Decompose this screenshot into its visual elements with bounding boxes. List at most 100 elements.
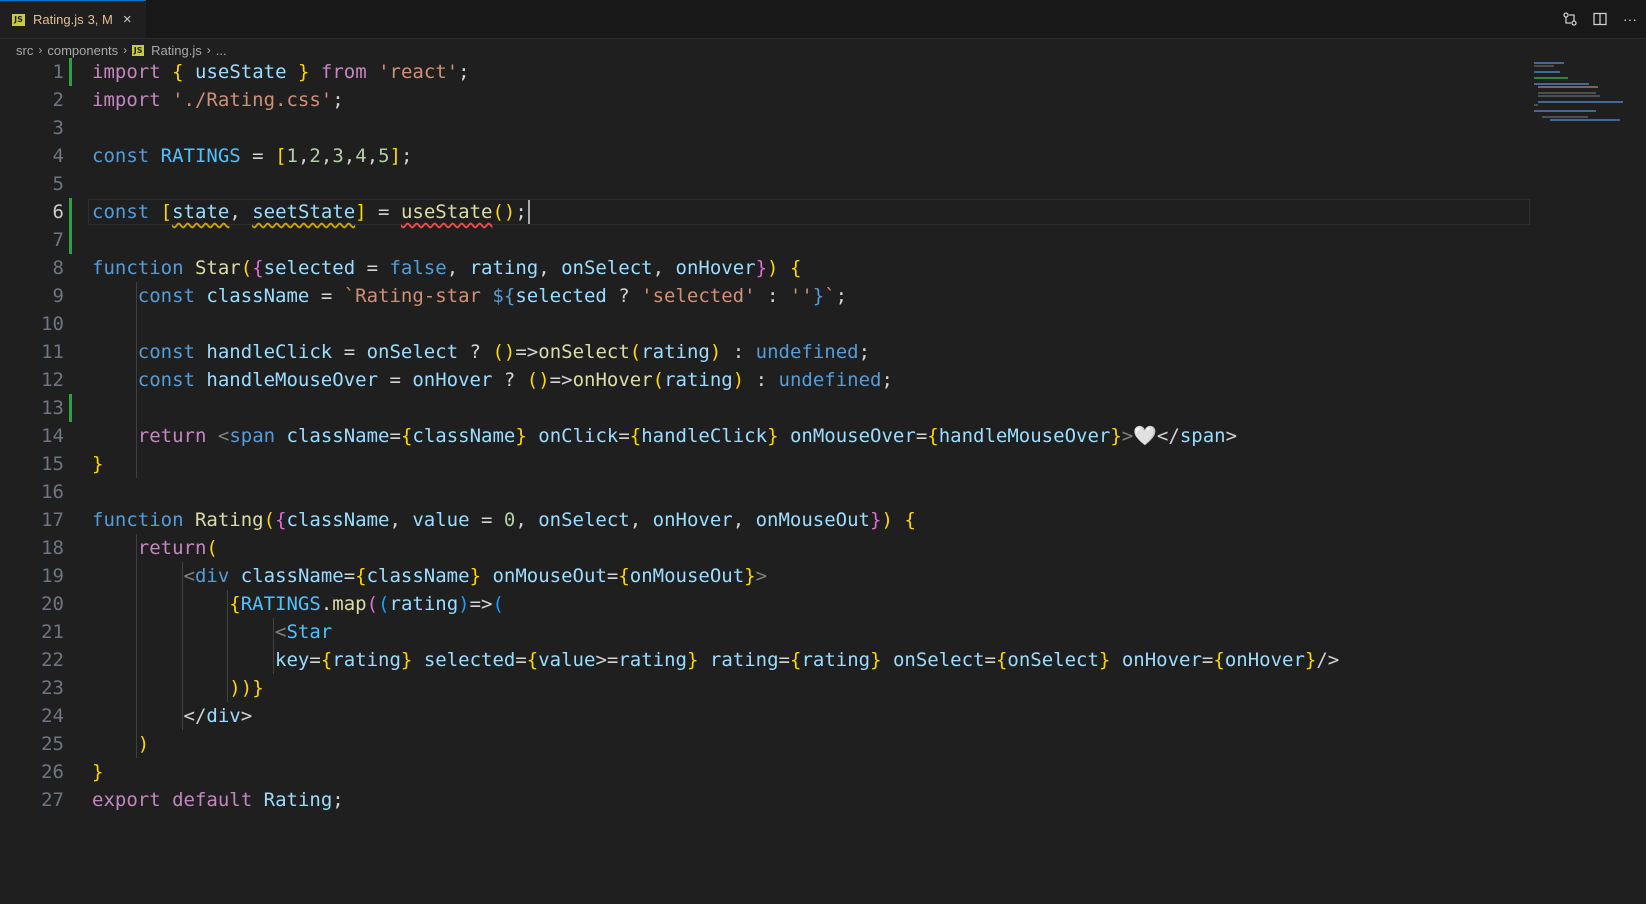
code-line[interactable]: 5 <box>0 170 1530 198</box>
indent-guide <box>135 534 137 758</box>
line-number: 1 <box>52 61 64 83</box>
code-line[interactable]: 21 <Star <box>0 618 1530 646</box>
code-line[interactable]: 4 const RATINGS = [1,2,3,4,5]; <box>0 142 1530 170</box>
breadcrumb-src[interactable]: src <box>16 43 33 58</box>
line-number: 9 <box>52 285 64 307</box>
line-number: 18 <box>41 537 64 559</box>
code-line[interactable]: 26} <box>0 758 1530 786</box>
tab-filename: Rating.js <box>33 12 84 27</box>
code-text[interactable]: import './Rating.css'; <box>92 86 344 114</box>
git-modified-marker <box>69 226 72 254</box>
line-number: 2 <box>52 89 64 111</box>
line-number: 3 <box>52 117 64 139</box>
line-number: 25 <box>41 733 64 755</box>
code-line[interactable]: 14 return <span className={className} on… <box>0 422 1530 450</box>
code-line[interactable]: 25 ) <box>0 730 1530 758</box>
code-line[interactable]: 6 const [state, seetState] = useState(); <box>0 198 1530 226</box>
line-number: 26 <box>41 761 64 783</box>
js-file-icon: JS <box>132 44 145 56</box>
breadcrumb-symbols[interactable]: ... <box>216 43 227 58</box>
line-number: 11 <box>41 341 64 363</box>
code-line[interactable]: 3 <box>0 114 1530 142</box>
code-text[interactable]: const className = `Rating-star ${selecte… <box>92 282 847 310</box>
line-number: 7 <box>52 229 64 251</box>
code-line[interactable]: 22 key={rating} selected={value>=rating}… <box>0 646 1530 674</box>
line-number: 10 <box>41 313 64 335</box>
code-line[interactable]: 8 function Star({selected = false, rating… <box>0 254 1530 282</box>
line-number: 4 <box>52 145 64 167</box>
line-number: 21 <box>41 621 64 643</box>
chevron-right-icon: › <box>123 43 128 57</box>
code-line[interactable]: 18 return( <box>0 534 1530 562</box>
git-modified-marker <box>69 58 72 86</box>
code-line[interactable]: 9 const className = `Rating-star ${selec… <box>0 282 1530 310</box>
more-actions-icon[interactable]: ··· <box>1616 5 1644 33</box>
code-text[interactable]: ) <box>92 730 149 758</box>
code-text[interactable]: return( <box>92 534 218 562</box>
code-text[interactable]: export default Rating; <box>92 786 344 814</box>
code-editor[interactable]: 1 import { useState } from 'react'; 2 impor… <box>0 58 1646 904</box>
code-text[interactable]: key={rating} selected={value>=rating} ra… <box>92 646 1339 674</box>
line-number: 13 <box>41 397 64 419</box>
line-number: 22 <box>41 649 64 671</box>
compare-changes-icon[interactable] <box>1556 5 1584 33</box>
code-line[interactable]: 16 <box>0 478 1530 506</box>
tab-rating-js[interactable]: JS Rating.js 3, M × <box>0 0 146 38</box>
code-text[interactable]: } <box>92 450 103 478</box>
line-number: 12 <box>41 369 64 391</box>
line-number: 27 <box>41 789 64 811</box>
chevron-right-icon: › <box>206 43 211 57</box>
close-icon[interactable]: × <box>123 12 132 27</box>
breadcrumb-components[interactable]: components <box>47 43 118 58</box>
line-number: 20 <box>41 593 64 615</box>
code-text[interactable]: import { useState } from 'react'; <box>92 58 470 86</box>
indent-guide <box>135 282 137 478</box>
line-number: 24 <box>41 705 64 727</box>
git-modified-marker <box>69 198 72 226</box>
indent-guide <box>227 590 229 702</box>
line-number: 6 <box>52 201 64 223</box>
minimap[interactable] <box>1530 62 1630 122</box>
code-text[interactable]: </div> <box>92 702 253 730</box>
code-line[interactable]: 20 {RATINGS.map((rating)=>( <box>0 590 1530 618</box>
editor-title-actions: ··· <box>1556 0 1646 38</box>
code-line[interactable]: 2 import './Rating.css'; <box>0 86 1530 114</box>
code-text[interactable]: } <box>92 758 103 786</box>
code-line[interactable]: 23 ))} <box>0 674 1530 702</box>
code-text[interactable]: function Star({selected = false, rating,… <box>92 254 801 282</box>
code-line[interactable]: 10 <box>0 310 1530 338</box>
code-line[interactable]: 24 </div> <box>0 702 1530 730</box>
code-line[interactable]: 11 const handleClick = onSelect ? ()=>on… <box>0 338 1530 366</box>
code-line[interactable]: 12 const handleMouseOver = onHover ? ()=… <box>0 366 1530 394</box>
code-text[interactable]: const handleMouseOver = onHover ? ()=>on… <box>92 366 893 394</box>
line-number: 14 <box>41 425 64 447</box>
code-line[interactable]: 13 <box>0 394 1530 422</box>
code-text[interactable]: {RATINGS.map((rating)=>( <box>92 590 504 618</box>
code-line[interactable]: 1 import { useState } from 'react'; <box>0 58 1530 86</box>
code-line[interactable]: 17 function Rating({className, value = 0,… <box>0 506 1530 534</box>
code-line[interactable]: 7 <box>0 226 1530 254</box>
tab-bar: JS Rating.js 3, M × ··· <box>0 0 1646 39</box>
code-line[interactable]: 15} <box>0 450 1530 478</box>
line-number: 15 <box>41 453 64 475</box>
code-text[interactable]: return <span className={className} onCli… <box>92 422 1237 450</box>
code-text[interactable]: <div className={className} onMouseOut={o… <box>92 562 768 590</box>
git-modified-marker <box>69 394 72 422</box>
code-text[interactable]: <Star <box>92 618 332 646</box>
indent-guide <box>273 618 275 674</box>
code-text[interactable]: const handleClick = onSelect ? ()=>onSel… <box>92 338 870 366</box>
text-cursor <box>527 200 530 224</box>
code-text[interactable]: const [state, seetState] = useState(); <box>92 198 527 226</box>
indent-guide <box>181 562 183 730</box>
breadcrumb-file[interactable]: Rating.js <box>151 43 202 58</box>
code-text[interactable]: const RATINGS = [1,2,3,4,5]; <box>92 142 413 170</box>
js-file-icon: JS <box>12 13 25 26</box>
code-line[interactable]: 27 export default Rating; <box>0 786 1530 814</box>
code-text[interactable]: ))} <box>92 674 263 702</box>
code-text[interactable]: function Rating({className, value = 0, o… <box>92 506 916 534</box>
code-line[interactable]: 19 <div className={className} onMouseOut… <box>0 562 1530 590</box>
line-number: 19 <box>41 565 64 587</box>
split-editor-icon[interactable] <box>1586 5 1614 33</box>
tab-status: 3, M <box>87 12 113 27</box>
line-number: 17 <box>41 509 64 531</box>
